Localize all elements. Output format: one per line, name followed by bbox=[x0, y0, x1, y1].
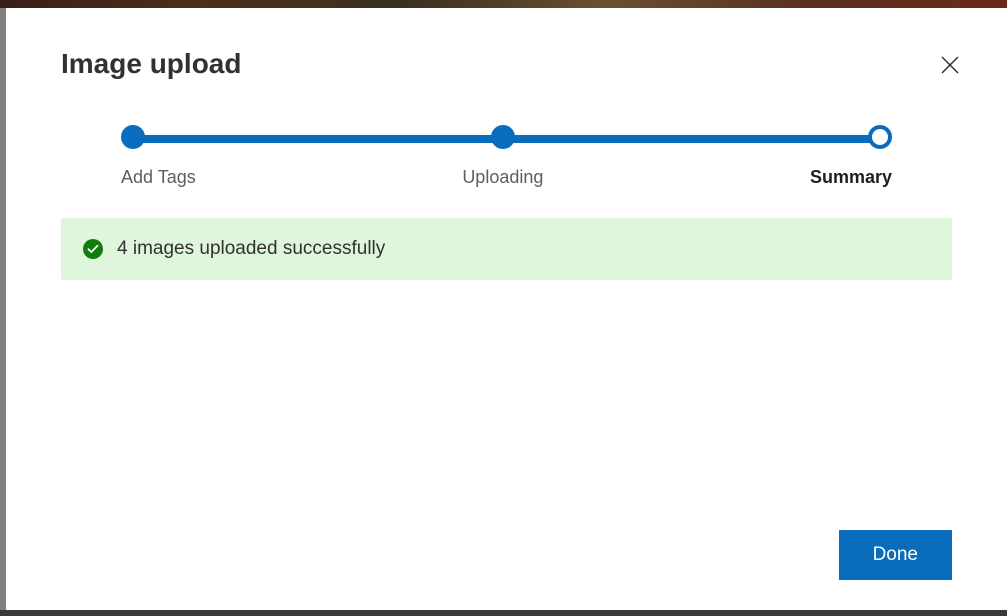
backdrop-top-strip bbox=[0, 0, 1007, 8]
step-dot-current-icon bbox=[868, 125, 892, 149]
stepper-nodes: Add Tags Uploading Summary bbox=[121, 125, 892, 188]
step-dot-completed-icon bbox=[491, 125, 515, 149]
success-check-icon bbox=[83, 239, 103, 259]
step-label: Uploading bbox=[462, 167, 543, 188]
step-label: Add Tags bbox=[121, 167, 196, 188]
done-button[interactable]: Done bbox=[839, 530, 952, 580]
backdrop-bottom-strip bbox=[0, 610, 1007, 616]
step-add-tags: Add Tags bbox=[121, 125, 196, 188]
close-icon[interactable] bbox=[938, 53, 962, 77]
dialog-header: Image upload bbox=[61, 48, 952, 80]
success-status-box: 4 images uploaded successfully bbox=[61, 218, 952, 280]
dialog-title: Image upload bbox=[61, 48, 241, 80]
dialog-footer: Done bbox=[61, 530, 952, 580]
step-dot-completed-icon bbox=[121, 125, 145, 149]
spacer bbox=[61, 280, 952, 510]
image-upload-dialog: Image upload Add Tags Uploading Summary bbox=[6, 8, 1007, 610]
progress-stepper: Add Tags Uploading Summary bbox=[121, 125, 892, 188]
status-message: 4 images uploaded successfully bbox=[117, 238, 385, 260]
step-summary: Summary bbox=[810, 125, 892, 188]
step-label: Summary bbox=[810, 167, 892, 188]
step-uploading: Uploading bbox=[462, 125, 543, 188]
